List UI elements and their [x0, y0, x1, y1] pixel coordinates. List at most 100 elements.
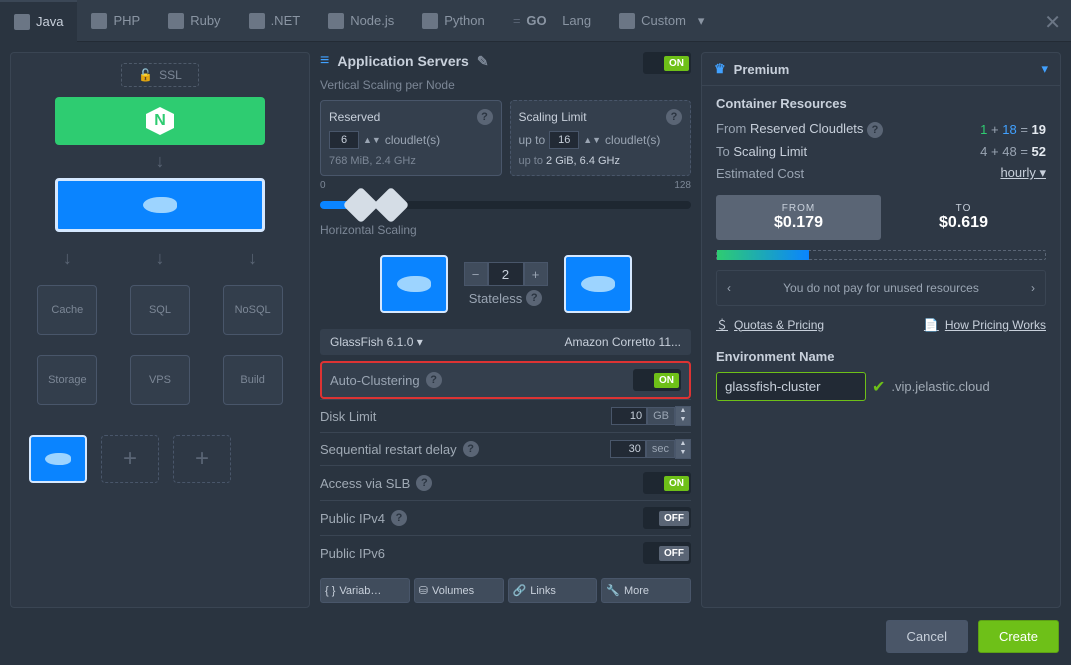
- more-button[interactable]: 🔧More: [601, 578, 691, 603]
- java-icon: [14, 14, 30, 30]
- restart-delay-input[interactable]: sec▲▼: [610, 439, 691, 459]
- quotas-link[interactable]: ＄Quotas & Pricing: [716, 316, 824, 333]
- chevron-right-icon[interactable]: ›: [1031, 281, 1035, 295]
- appserver-node[interactable]: [55, 178, 265, 232]
- horizontal-scaling-label: Horizontal Scaling: [320, 223, 691, 237]
- slb-toggle[interactable]: ON: [643, 472, 691, 494]
- chevron-down-icon[interactable]: ▾: [1041, 61, 1048, 77]
- cost-period-dropdown[interactable]: hourly ▾: [1000, 165, 1046, 181]
- node-count-input[interactable]: [488, 262, 524, 286]
- create-button[interactable]: Create: [978, 620, 1059, 653]
- help-icon[interactable]: ?: [526, 290, 542, 306]
- nginx-icon: N: [146, 107, 174, 135]
- chevron-down-icon: ▾: [698, 13, 705, 29]
- lock-open-icon: 🔓: [138, 68, 153, 82]
- link-icon: 🔗: [513, 584, 527, 597]
- ipv6-label: Public IPv6: [320, 546, 385, 561]
- node-icon-left: [380, 255, 448, 313]
- nosql-slot[interactable]: NoSQL: [223, 285, 283, 335]
- add-node-button[interactable]: +: [101, 435, 159, 483]
- increment-button[interactable]: +: [524, 262, 548, 286]
- cancel-button[interactable]: Cancel: [886, 620, 968, 653]
- ssl-toggle[interactable]: 🔓SSL: [121, 63, 199, 87]
- wrench-icon: 🔧: [606, 584, 620, 597]
- glassfish-icon: [45, 453, 71, 465]
- cache-slot[interactable]: Cache: [37, 285, 97, 335]
- slb-label: Access via SLB: [320, 476, 410, 491]
- env-name-input[interactable]: [716, 372, 866, 401]
- tab-dotnet[interactable]: .NET: [235, 0, 315, 42]
- auto-clustering-toggle[interactable]: ON: [633, 369, 681, 391]
- extra-node[interactable]: [29, 435, 87, 483]
- arrow-down-icon: ↓: [248, 248, 257, 269]
- tab-python[interactable]: Python: [408, 0, 498, 42]
- appserver-settings: ≡ Application Servers ✎ ON Vertical Scal…: [320, 52, 691, 608]
- crown-icon: ♛: [714, 61, 726, 77]
- doc-icon: 📄: [924, 318, 939, 332]
- help-icon[interactable]: ?: [391, 510, 407, 526]
- storage-slot[interactable]: Storage: [37, 355, 97, 405]
- dotnet-icon: [249, 13, 265, 29]
- premium-panel: ♛Premium ▾ Container Resources From Rese…: [701, 52, 1061, 608]
- edit-icon[interactable]: ✎: [477, 53, 489, 70]
- vps-slot[interactable]: VPS: [130, 355, 190, 405]
- build-slot[interactable]: Build: [223, 355, 283, 405]
- links-button[interactable]: 🔗Links: [508, 578, 598, 603]
- dialog-footer: Cancel Create: [0, 608, 1071, 665]
- custom-icon: [619, 13, 635, 29]
- tab-ruby[interactable]: Ruby: [154, 0, 234, 42]
- help-icon[interactable]: ?: [666, 109, 682, 125]
- ipv4-toggle[interactable]: OFF: [643, 507, 691, 529]
- help-icon[interactable]: ?: [463, 441, 479, 457]
- how-pricing-link[interactable]: 📄How Pricing Works: [924, 316, 1046, 333]
- decrement-button[interactable]: −: [464, 262, 488, 286]
- env-domain-suffix: .vip.jelastic.cloud: [891, 379, 989, 394]
- help-icon[interactable]: ?: [477, 109, 493, 125]
- jdk-dropdown[interactable]: Amazon Corretto 11...: [565, 335, 682, 349]
- appserver-toggle[interactable]: ON: [643, 52, 691, 74]
- add-node-button[interactable]: +: [173, 435, 231, 483]
- help-icon[interactable]: ?: [867, 122, 883, 138]
- slider-knob-limit[interactable]: [373, 187, 410, 224]
- ruby-icon: [168, 13, 184, 29]
- node-icon-right: [564, 255, 632, 313]
- help-icon[interactable]: ?: [416, 475, 432, 491]
- scaling-mode[interactable]: Stateless: [469, 291, 522, 306]
- resources-title: Container Resources: [716, 96, 1046, 111]
- disk-limit-input[interactable]: GB▲▼: [611, 406, 691, 426]
- glassfish-icon: [397, 276, 431, 292]
- language-tabs: Java PHP Ruby .NET Node.js Python =GO La…: [0, 0, 1071, 42]
- server-version-dropdown[interactable]: GlassFish 6.1.0 ▾: [330, 335, 423, 349]
- tab-custom[interactable]: Custom▾: [605, 0, 718, 42]
- drag-handle-icon[interactable]: ≡: [320, 52, 329, 70]
- close-icon[interactable]: ✕: [1044, 10, 1061, 35]
- help-icon[interactable]: ?: [426, 372, 442, 388]
- check-icon: ✔: [872, 377, 885, 397]
- reserved-input[interactable]: [329, 131, 359, 149]
- ipv6-toggle[interactable]: OFF: [643, 542, 691, 564]
- reserved-box: Reserved? ▲▼cloudlet(s) 768 MiB, 2.4 GHz: [320, 100, 502, 176]
- topology-panel: 🔓SSL N ↓ ↓ ↓ ↓ Cache SQL NoSQL Storage V…: [10, 52, 310, 608]
- tab-php[interactable]: PHP: [77, 0, 154, 42]
- arrow-down-icon: ↓: [155, 248, 164, 269]
- volumes-button[interactable]: ⛁Volumes: [414, 578, 504, 603]
- limit-input[interactable]: [549, 131, 579, 149]
- cost-bar: [716, 250, 1046, 260]
- sql-slot[interactable]: SQL: [130, 285, 190, 335]
- scaling-limit-box: Scaling Limit? up to▲▼cloudlet(s) up to …: [510, 100, 692, 176]
- arrow-down-icon: ↓: [21, 151, 299, 172]
- balancer-node[interactable]: N: [55, 97, 265, 145]
- glassfish-icon: [143, 197, 177, 213]
- cloudlet-slider[interactable]: [320, 201, 691, 209]
- braces-icon: { }: [325, 585, 335, 597]
- section-title: ≡ Application Servers ✎: [320, 52, 489, 70]
- chevron-left-icon[interactable]: ‹: [727, 281, 731, 295]
- tab-go[interactable]: =GO Lang: [499, 0, 605, 42]
- variables-button[interactable]: { }Variab…: [320, 578, 410, 603]
- nodejs-icon: [328, 13, 344, 29]
- tab-nodejs[interactable]: Node.js: [314, 0, 408, 42]
- ipv4-label: Public IPv4: [320, 511, 385, 526]
- arrow-down-icon: ↓: [63, 248, 72, 269]
- tab-java[interactable]: Java: [0, 0, 77, 42]
- disk-limit-label: Disk Limit: [320, 409, 376, 424]
